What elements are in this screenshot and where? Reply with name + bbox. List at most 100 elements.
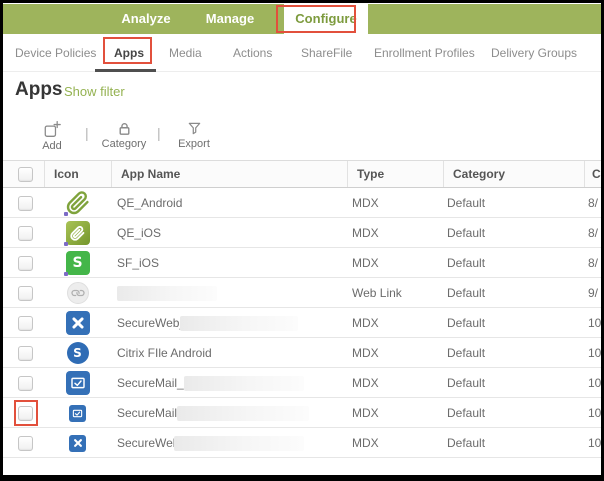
app-category: Default [447,406,486,420]
app-type: MDX [352,196,379,210]
top-nav-analyze[interactable]: Analyze [109,4,183,34]
console-window: Analyze Manage Configure Device Policies… [0,0,604,481]
green-square-paperclip-icon [44,218,111,248]
redacted-app-name [177,406,309,421]
app-type: MDX [352,316,379,330]
sub-nav-actions[interactable]: Actions [233,46,272,60]
table-row[interactable]: QE_Android MDX Default 8/ [3,188,601,218]
annotation-box-apps [103,37,152,64]
row-checkbox[interactable] [18,256,33,271]
category-button-label: Category [101,138,147,150]
app-category: Default [447,316,486,330]
app-name: Citrix FIle Android [117,346,212,360]
toolbar-separator: | [85,125,89,141]
redacted-app-name [174,436,304,451]
app-category: Default [447,436,486,450]
table-row[interactable]: SecureWeb_ MDX Default 10 [3,308,601,338]
app-type: MDX [352,436,379,450]
blue-square-butterfly-icon-small [44,428,111,458]
page-title: Apps [15,79,63,100]
app-category: Default [447,196,486,210]
app-type: MDX [352,406,379,420]
app-category: Default [447,376,486,390]
export-button-label: Export [178,138,210,150]
row-checkbox[interactable] [18,376,33,391]
redacted-app-name [180,316,298,331]
app-type: MDX [352,256,379,270]
blue-square-mail-icon-small [44,398,111,428]
app-name: SecureMail_ [117,376,184,390]
app-name: QE_iOS [117,226,162,240]
table-row[interactable]: SecureMail MDX Default 10 [3,398,601,428]
gray-circle-link-icon [44,278,111,308]
show-filter-link[interactable]: Show filter [64,84,125,99]
sub-nav-enrollment-profiles[interactable]: Enrollment Profiles [374,46,475,60]
app-created: 10 [588,316,602,330]
app-created: 10 [588,436,602,450]
toolbar-separator: | [157,125,161,141]
header-created: Cr [584,161,601,187]
app-type: MDX [352,346,379,360]
row-checkbox[interactable] [18,286,33,301]
blue-circle-s-icon: S [44,338,111,368]
header-app-name: App Name [111,161,347,187]
app-name: QE_Android [117,196,183,210]
app-category: Default [447,346,486,360]
green-square-s-icon: S [44,248,111,278]
table-row[interactable]: S SF_iOS MDX Default 8/ [3,248,601,278]
mdx-badge [63,212,68,216]
app-category: Default [447,286,486,300]
sub-nav-delivery-groups[interactable]: Delivery Groups [491,46,577,60]
app-name: SecureMail [117,406,178,420]
app-created: 8/ [588,196,599,210]
category-lock-icon [119,123,129,135]
category-button[interactable]: Category [95,121,153,150]
apps-active-underline [95,69,156,72]
add-button[interactable]: Add [31,121,73,152]
app-created: 9/ [588,286,599,300]
app-created: 10 [588,346,602,360]
annotation-box-configure [276,5,356,33]
row-checkbox[interactable] [18,316,33,331]
table-row[interactable]: SecureMail_ MDX Default 10 [3,368,601,398]
add-icon [44,121,61,137]
app-type: Web Link [352,286,402,300]
app-name: SecureWeb_ [117,316,187,330]
row-checkbox[interactable] [18,406,33,421]
green-paperclip-icon [44,188,111,218]
row-checkbox[interactable] [18,436,33,451]
app-created: 10 [588,406,602,420]
sub-nav-media[interactable]: Media [169,46,202,60]
table-header: Icon App Name Type Category Cr [3,160,601,188]
export-funnel-icon [188,122,200,135]
sub-nav-sharefile[interactable]: ShareFile [301,46,352,60]
add-button-label: Add [42,140,62,152]
table-row[interactable]: QE_iOS MDX Default 8/ [3,218,601,248]
table-row[interactable]: Web Link Default 9/ [3,278,601,308]
blue-square-butterfly-icon [44,308,111,338]
table-row[interactable]: SecureWeb MDX Default 10 [3,428,601,458]
app-name: SecureWeb [117,436,180,450]
header-checkbox-cell [3,161,44,187]
app-category: Default [447,256,486,270]
mdx-badge [63,272,68,276]
top-nav-manage[interactable]: Manage [193,4,267,34]
app-type: MDX [352,226,379,240]
app-name: SF_iOS [117,256,160,270]
export-button[interactable]: Export [166,121,222,150]
app-type: MDX [352,376,379,390]
sub-nav-device-policies[interactable]: Device Policies [15,46,96,60]
sub-nav-bar: Device Policies Apps Media Actions Share… [3,34,601,72]
select-all-checkbox[interactable] [18,167,33,182]
redacted-app-name [184,376,304,391]
table-row[interactable]: S Citrix FIle Android MDX Default 10 [3,338,601,368]
header-category: Category [443,161,584,187]
row-checkbox[interactable] [18,226,33,241]
blue-square-mail-icon [44,368,111,398]
app-category: Default [447,226,486,240]
header-icon: Icon [44,161,111,187]
app-created: 10 [588,376,602,390]
header-type: Type [347,161,443,187]
row-checkbox[interactable] [18,196,33,211]
row-checkbox[interactable] [18,346,33,361]
